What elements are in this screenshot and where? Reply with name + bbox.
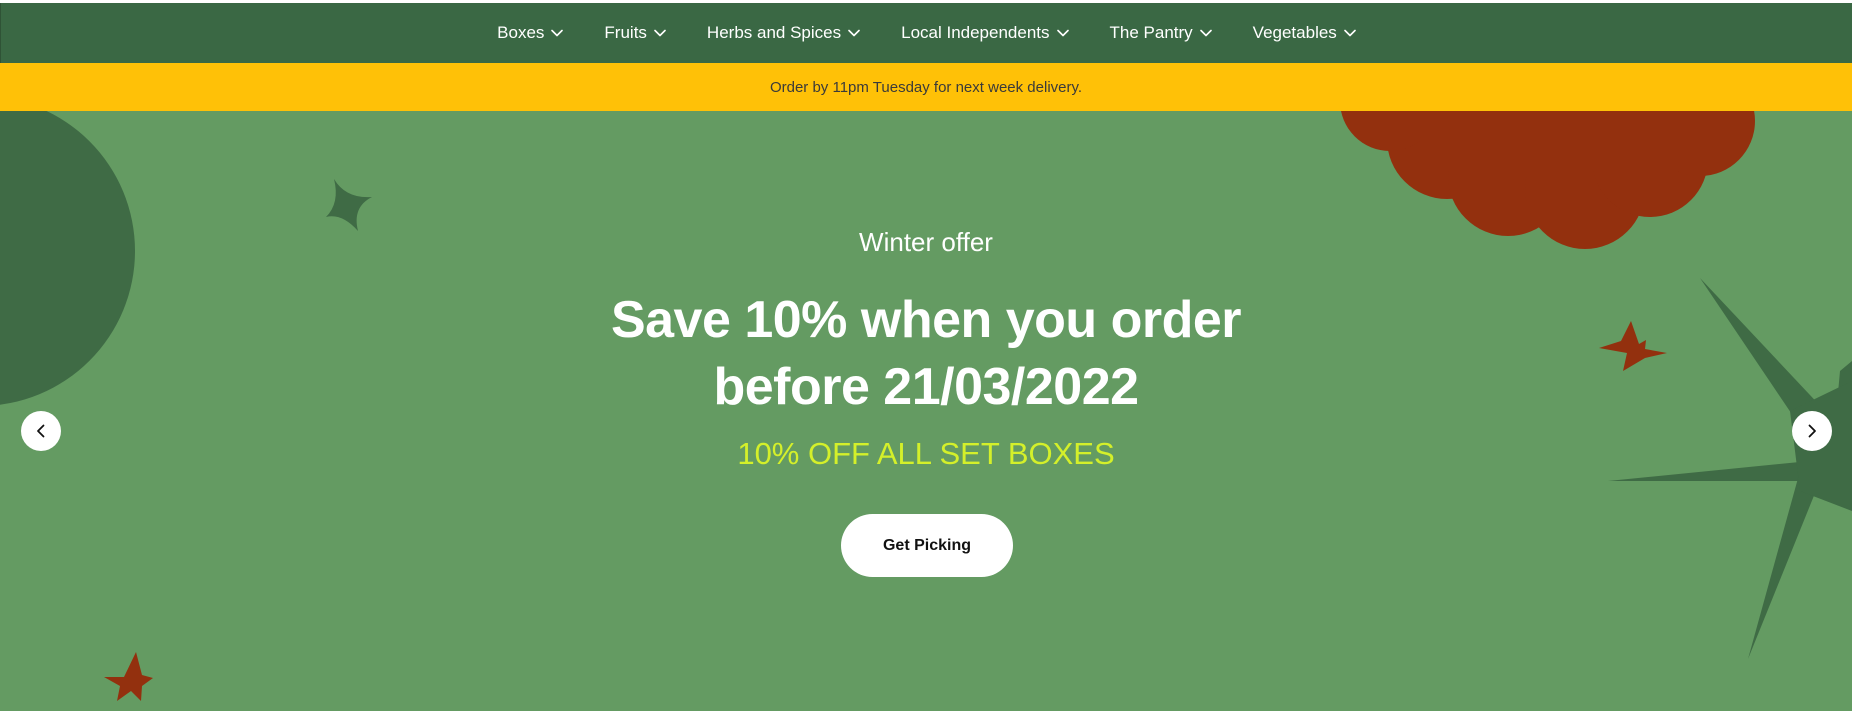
decorative-sparkle	[326, 179, 372, 231]
carousel-next-button[interactable]	[1792, 411, 1832, 451]
nav-item-label: Boxes	[497, 23, 545, 42]
nav-item-label: The Pantry	[1109, 23, 1193, 42]
chevron-down-icon	[550, 26, 564, 40]
nav-item-local-independents[interactable]: Local Independents	[881, 3, 1089, 63]
nav-item-the-pantry[interactable]: The Pantry	[1090, 3, 1233, 63]
hero-headline-line: Save 10% when you order	[610, 291, 1242, 349]
hero-subhead: 10% OFF ALL SET BOXES	[737, 436, 1115, 471]
decorative-circle	[0, 111, 135, 405]
chevron-left-icon	[36, 424, 46, 438]
nav-item-herbs-and-spices[interactable]: Herbs and Spices	[687, 3, 881, 63]
nav-item-label: Local Independents	[901, 23, 1050, 42]
nav-item-vegetables[interactable]: Vegetables	[1233, 3, 1377, 63]
get-picking-button[interactable]: Get Picking	[841, 514, 1013, 577]
chevron-down-icon	[1199, 26, 1213, 40]
chevron-down-icon	[847, 26, 861, 40]
chevron-right-icon	[1807, 424, 1817, 438]
page: Boxes Fruits Herbs and Spices Local Inde…	[0, 0, 1856, 717]
hero-headline-line: before 21/03/2022	[713, 358, 1139, 416]
hero-carousel: Winter offer Save 10% when you order bef…	[0, 111, 1852, 711]
decorative-star	[104, 652, 153, 701]
carousel-prev-button[interactable]	[21, 411, 61, 451]
chevron-down-icon	[653, 26, 667, 40]
delivery-banner: Order by 11pm Tuesday for next week deli…	[0, 63, 1852, 111]
page-edge	[1852, 0, 1856, 717]
chevron-down-icon	[1056, 26, 1070, 40]
nav-item-label: Herbs and Spices	[706, 23, 842, 42]
chevron-down-icon	[1343, 26, 1357, 40]
hero-headline: Save 10% when you order before 21/03/202…	[526, 287, 1326, 421]
delivery-banner-text: Order by 11pm Tuesday for next week deli…	[769, 78, 1083, 96]
nav-item-label: Fruits	[604, 23, 647, 42]
hero-eyebrow: Winter offer	[859, 227, 993, 257]
decorative-star	[1599, 321, 1667, 371]
main-navigation: Boxes Fruits Herbs and Spices Local Inde…	[0, 3, 1853, 63]
nav-item-boxes[interactable]: Boxes	[477, 3, 584, 63]
nav-item-fruits[interactable]: Fruits	[584, 3, 687, 63]
nav-item-label: Vegetables	[1252, 23, 1337, 42]
